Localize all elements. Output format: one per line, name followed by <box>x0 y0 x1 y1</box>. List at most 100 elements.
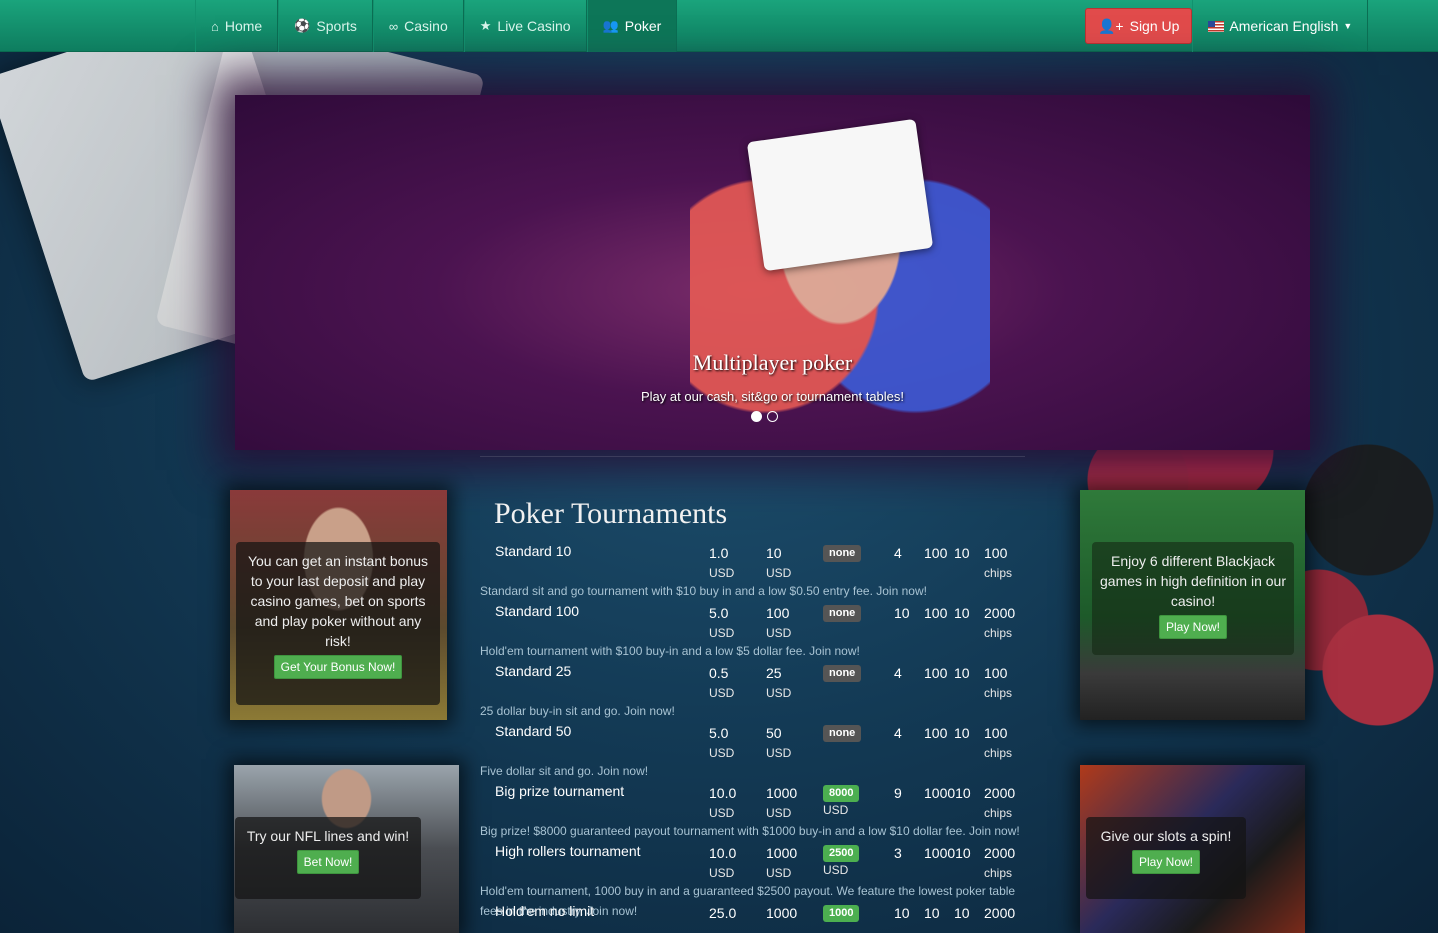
chips: 100 chips <box>984 723 1012 763</box>
chips: 2000 chips <box>984 843 1015 883</box>
buyin-value: 25.0 <box>709 905 737 921</box>
sign-up-button[interactable]: 👤+ Sign Up <box>1085 8 1193 44</box>
players-value: 9 <box>894 785 902 801</box>
promo-text: You can get an instant bonus to your las… <box>247 553 429 649</box>
buyin: 1.0 USD <box>709 543 734 583</box>
buyin-unit: USD <box>709 746 735 760</box>
playing-cards-image <box>746 118 934 272</box>
nav-poker[interactable]: 👥 Poker <box>586 0 678 52</box>
guarantee-unit: USD <box>823 803 849 817</box>
chips: 2000 chips <box>984 783 1015 823</box>
chips-unit: chips <box>984 686 1013 700</box>
nav-label: Sports <box>316 18 357 34</box>
bonus-promo-box: You can get an instant bonus to your las… <box>236 542 440 705</box>
levels-value: 10 <box>954 905 970 921</box>
sign-up-label: Sign Up <box>1129 18 1180 34</box>
guarantee-unit: USD <box>823 863 849 877</box>
chips-unit: chips <box>984 626 1013 640</box>
buyin: 5.0 USD <box>709 723 734 763</box>
players-value: 10 <box>894 905 910 921</box>
prize: 1000 USD <box>766 843 797 883</box>
blinds-value: 100010 <box>924 845 971 861</box>
chips-value: 2000 <box>984 905 1016 921</box>
tournament-name[interactable]: Standard 10 <box>495 543 571 559</box>
buyin-unit: USD <box>709 806 735 820</box>
carousel-indicators <box>751 411 778 422</box>
blinds: 100 <box>924 603 947 623</box>
tournament-description: Standard sit and go tournament with $10 … <box>480 584 927 598</box>
players-value: 3 <box>894 845 902 861</box>
nav-home[interactable]: ⌂ Home <box>195 0 279 52</box>
prize-value: 1000 <box>766 905 798 921</box>
tournament-name[interactable]: Standard 25 <box>495 663 571 679</box>
chips-value: 100 <box>984 725 1008 741</box>
nav-live-casino[interactable]: ★ Live Casino <box>463 0 587 52</box>
prize-unit: USD <box>766 746 792 760</box>
buyin-value: 10.0 <box>709 785 737 801</box>
players: 10 <box>894 903 910 923</box>
chips-unit: chips <box>984 746 1013 760</box>
tournament-description: Big prize! $8000 guaranteed payout tourn… <box>480 824 1020 838</box>
promo-text: Give our slots a spin! <box>1100 828 1232 844</box>
blinds: 100 <box>924 663 947 683</box>
tournament-name[interactable]: Standard 100 <box>495 603 579 619</box>
prize-value: 1000 <box>766 785 798 801</box>
play-slots-button[interactable]: Play Now! <box>1131 850 1201 874</box>
prize-value: 25 <box>766 665 782 681</box>
players: 3 <box>894 843 902 863</box>
guarantee-badge: none <box>823 725 862 742</box>
bet-now-button[interactable]: Bet Now! <box>296 850 360 874</box>
prize-value: 10 <box>766 545 782 561</box>
players: 4 <box>894 543 902 563</box>
home-icon: ⌂ <box>211 18 219 34</box>
blinds: 100 <box>924 543 947 563</box>
bonus-promo: You can get an instant bonus to your las… <box>230 490 447 720</box>
chips-unit: chips <box>984 866 1013 880</box>
guarantee-badge: none <box>823 605 862 622</box>
buyin-value: 5.0 <box>709 725 729 741</box>
caret-down-icon: ▼ <box>1343 21 1353 31</box>
get-bonus-button[interactable]: Get Your Bonus Now! <box>273 655 403 679</box>
levels-value: 10 <box>954 545 970 561</box>
buyin: 5.0 USD <box>709 603 734 643</box>
prize: 50 USD <box>766 723 791 763</box>
prize: 100 USD <box>766 603 791 643</box>
nav-label: Poker <box>624 18 662 34</box>
players-value: 4 <box>894 545 902 561</box>
tournament-name[interactable]: Big prize tournament <box>495 783 624 799</box>
guarantee-badge: 2500 <box>823 845 860 862</box>
guarantee-badge: 8000 <box>823 785 860 802</box>
carousel-dot-2[interactable] <box>767 411 778 422</box>
prize-unit: USD <box>766 866 792 880</box>
chips: 2000 chips <box>984 603 1015 643</box>
buyin-unit: USD <box>709 626 735 640</box>
nav-label: Casino <box>404 18 448 34</box>
carousel-dot-1[interactable] <box>751 411 762 422</box>
players: 4 <box>894 723 902 743</box>
blinds: 10 <box>924 903 940 923</box>
tournament-description: 25 dollar buy-in sit and go. Join now! <box>480 704 675 718</box>
guarantee-badge: 1000 <box>823 905 860 922</box>
promo-text: Enjoy 6 different Blackjack games in hig… <box>1100 553 1287 609</box>
tournament-name[interactable]: Hold'em no limit <box>495 903 594 919</box>
language-label: American English <box>1229 18 1339 34</box>
nav-sports[interactable]: ⚽ Sports <box>278 0 373 52</box>
chips-unit: chips <box>984 566 1013 580</box>
prize-unit: USD <box>766 806 792 820</box>
star-icon: ★ <box>479 18 492 33</box>
play-blackjack-button[interactable]: Play Now! <box>1158 615 1228 639</box>
chips-unit: chips <box>984 806 1013 820</box>
language-dropdown[interactable]: American English ▼ <box>1192 0 1369 52</box>
blinds: 100 <box>924 723 947 743</box>
guarantee-badge: none <box>823 665 862 682</box>
blinds-value: 10 <box>924 905 940 921</box>
nav-casino[interactable]: ∞ Casino <box>372 0 464 52</box>
buyin-value: 1.0 <box>709 545 729 561</box>
tournament-name[interactable]: High rollers tournament <box>495 843 641 859</box>
prize-value: 1000 <box>766 845 798 861</box>
top-navbar: ⌂ Home ⚽ Sports ∞ Casino ★ Live Casino 👥… <box>0 0 1438 52</box>
prize-unit: USD <box>766 686 792 700</box>
tournament-name[interactable]: Standard 50 <box>495 723 571 739</box>
hero-carousel[interactable]: Multiplayer poker Play at our cash, sit&… <box>235 65 1310 450</box>
blinds: 100010 <box>924 843 971 863</box>
